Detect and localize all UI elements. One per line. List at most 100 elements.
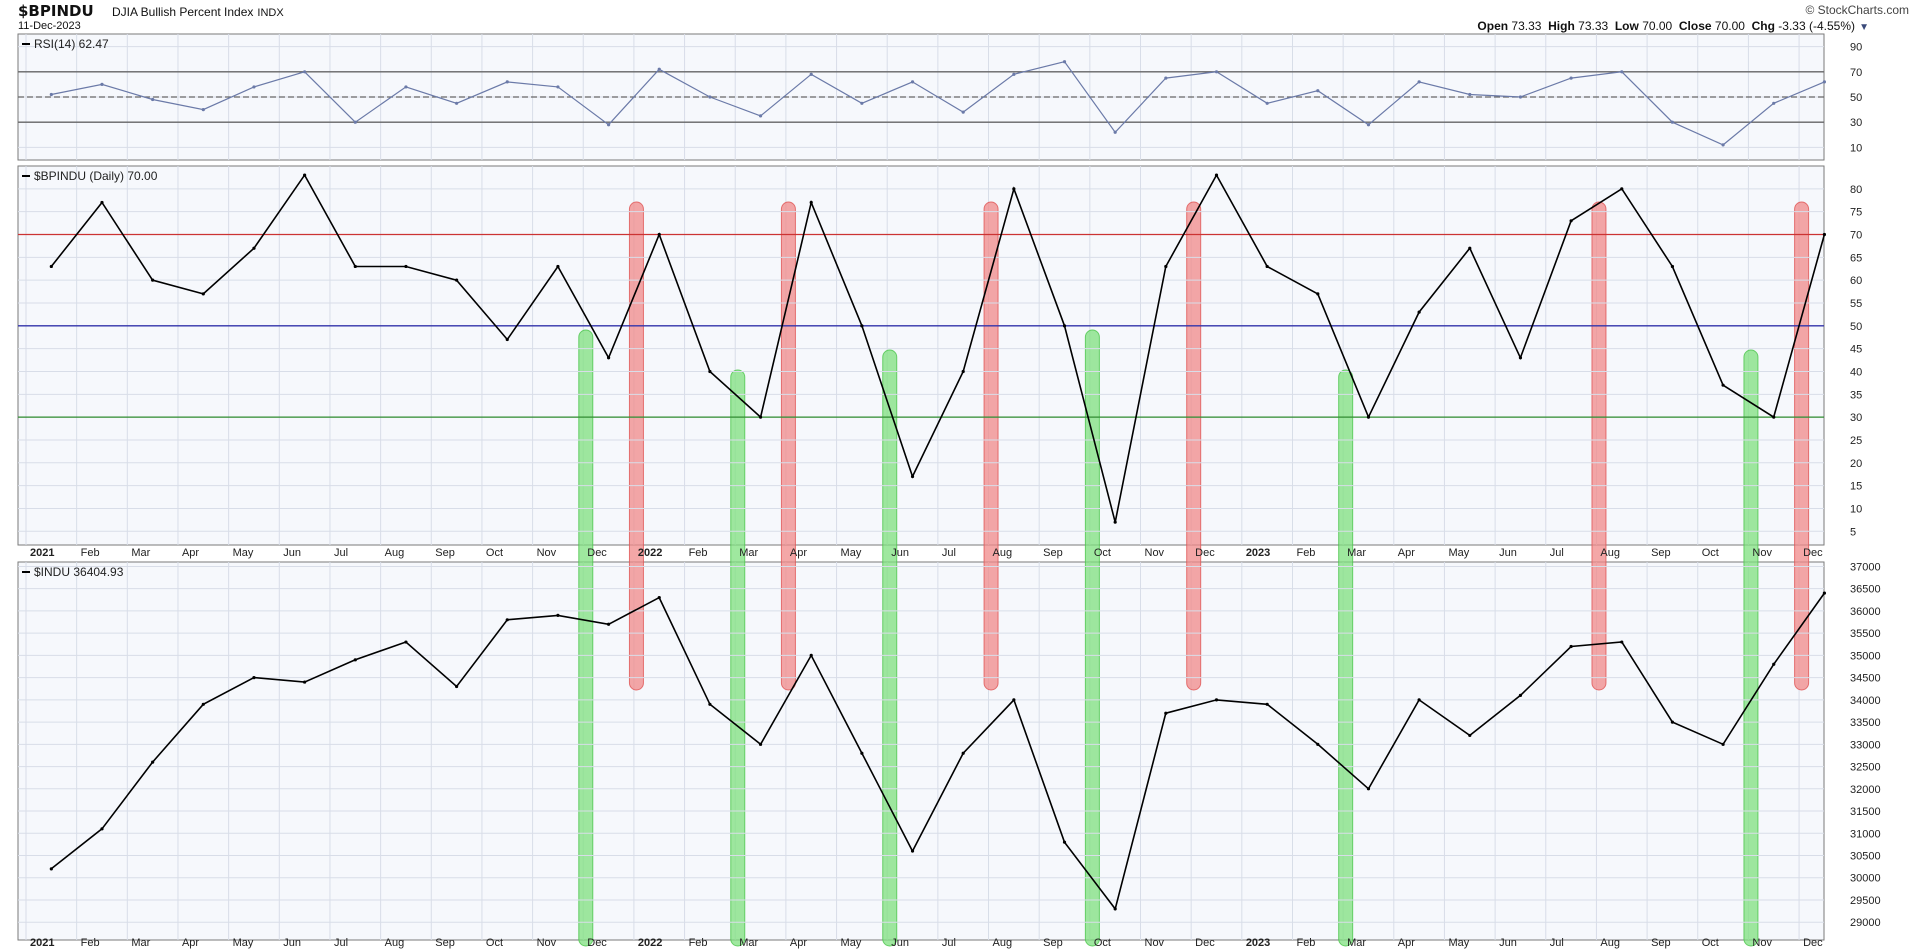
data-point <box>201 702 205 706</box>
x-axis-label: Oct <box>1094 547 1111 559</box>
x-axis-label: 2021 <box>30 937 54 949</box>
data-point <box>1417 310 1421 314</box>
highlight-band-green <box>1338 369 1354 947</box>
data-point <box>758 415 763 419</box>
data-point <box>961 369 965 374</box>
x-axis-label: Apr <box>182 547 199 559</box>
data-point <box>860 101 864 105</box>
x-axis-label: Aug <box>1600 547 1620 559</box>
x-axis-label: Jun <box>283 547 301 559</box>
x-axis-label: Aug <box>385 547 405 559</box>
data-point <box>1822 232 1827 237</box>
panel-frame-1 <box>17 165 1825 546</box>
data-point <box>100 200 104 205</box>
x-axis-label: Oct <box>1094 937 1111 949</box>
data-point <box>49 867 53 871</box>
x-axis-label: Mar <box>739 547 758 559</box>
data-point <box>1569 219 1573 223</box>
data-point <box>556 264 560 269</box>
x-axis-label: Sep <box>1651 937 1671 949</box>
x-axis-label: Oct <box>1702 547 1719 559</box>
x-axis-label: May <box>841 937 862 949</box>
data-point <box>1670 120 1675 124</box>
y-tick-label: 25 <box>1850 435 1862 447</box>
x-axis-label: Dec <box>1195 937 1215 949</box>
data-point <box>910 474 915 479</box>
data-point <box>708 95 712 99</box>
data-point <box>1062 60 1067 64</box>
data-point <box>1012 187 1016 191</box>
y-tick-label: 29000 <box>1850 917 1881 929</box>
data-point <box>404 264 408 269</box>
data-point <box>1670 720 1675 724</box>
x-axis-label: Mar <box>131 937 150 949</box>
data-point <box>49 92 53 97</box>
highlight-band-red <box>983 201 999 691</box>
data-point <box>1316 89 1320 93</box>
data-point <box>961 751 965 755</box>
x-axis-label: Nov <box>537 937 557 949</box>
data-point <box>1012 698 1016 702</box>
x-axis-label: 2023 <box>1246 937 1270 949</box>
x-axis-label: Dec <box>587 937 607 949</box>
x-axis-label: 2022 <box>638 547 662 559</box>
chart-canvas: 10 30 50 70 90 RSI(14) 62.47 5 10 15 20 25 30 35 40 45… <box>17 33 1881 949</box>
data-point <box>606 123 611 127</box>
data-point <box>404 85 408 89</box>
data-point <box>1366 123 1371 127</box>
y-tick-label: 80 <box>1850 184 1862 196</box>
data-point <box>1721 143 1725 147</box>
highlight-band-green <box>1743 349 1759 947</box>
y-tick-label: 35500 <box>1850 628 1881 640</box>
data-point <box>100 827 104 831</box>
highlight-band-red <box>1794 201 1810 691</box>
x-axis-label: Mar <box>1347 937 1366 949</box>
y-tick-label: 30000 <box>1850 873 1881 885</box>
x-axis-label: Jun <box>1499 937 1517 949</box>
series-legend: $INDU 36404.93 <box>34 565 124 579</box>
data-point <box>860 324 864 328</box>
x-axis-label: Sep <box>1043 547 1063 559</box>
x-axis-label: Jul <box>942 937 956 949</box>
y-tick-label: 90 <box>1850 42 1862 54</box>
y-tick-label: 45 <box>1850 344 1862 356</box>
data-point <box>303 173 307 177</box>
data-point <box>708 702 712 706</box>
data-point <box>201 292 205 296</box>
x-axis-label: Oct <box>1702 937 1719 949</box>
y-tick-label: 30500 <box>1850 851 1881 863</box>
x-axis-label: Aug <box>993 547 1013 559</box>
data-point <box>1721 383 1725 387</box>
x-axis-label: Nov <box>1145 937 1165 949</box>
x-axis-label: Sep <box>1651 547 1671 559</box>
highlight-band-red <box>1591 201 1607 691</box>
data-point <box>1265 101 1269 105</box>
data-point <box>1366 787 1371 791</box>
data-point <box>1366 415 1371 419</box>
data-point <box>1214 70 1219 74</box>
data-point <box>1316 742 1320 746</box>
data-point <box>455 278 459 282</box>
highlight-band-green <box>578 329 594 947</box>
data-point <box>49 264 53 269</box>
data-point <box>1772 101 1776 105</box>
data-point <box>1113 520 1117 524</box>
x-axis-label: Apr <box>1398 547 1415 559</box>
data-point <box>1164 711 1168 715</box>
series-legend: RSI(14) 62.47 <box>34 37 109 51</box>
y-tick-label: 31500 <box>1850 806 1881 818</box>
highlight-band-green <box>1084 329 1100 947</box>
data-point <box>1518 693 1523 698</box>
data-point <box>1417 80 1421 84</box>
data-point <box>151 97 155 102</box>
data-point <box>1468 92 1472 97</box>
y-tick-label: 37000 <box>1850 561 1881 573</box>
data-point <box>1822 80 1827 84</box>
data-point <box>1164 76 1168 80</box>
x-axis-label: Jul <box>334 937 348 949</box>
x-axis-label: Dec <box>1195 547 1215 559</box>
data-point <box>505 337 509 342</box>
data-point <box>353 120 357 124</box>
x-axis-label: Feb <box>81 547 100 559</box>
data-point <box>809 72 813 76</box>
